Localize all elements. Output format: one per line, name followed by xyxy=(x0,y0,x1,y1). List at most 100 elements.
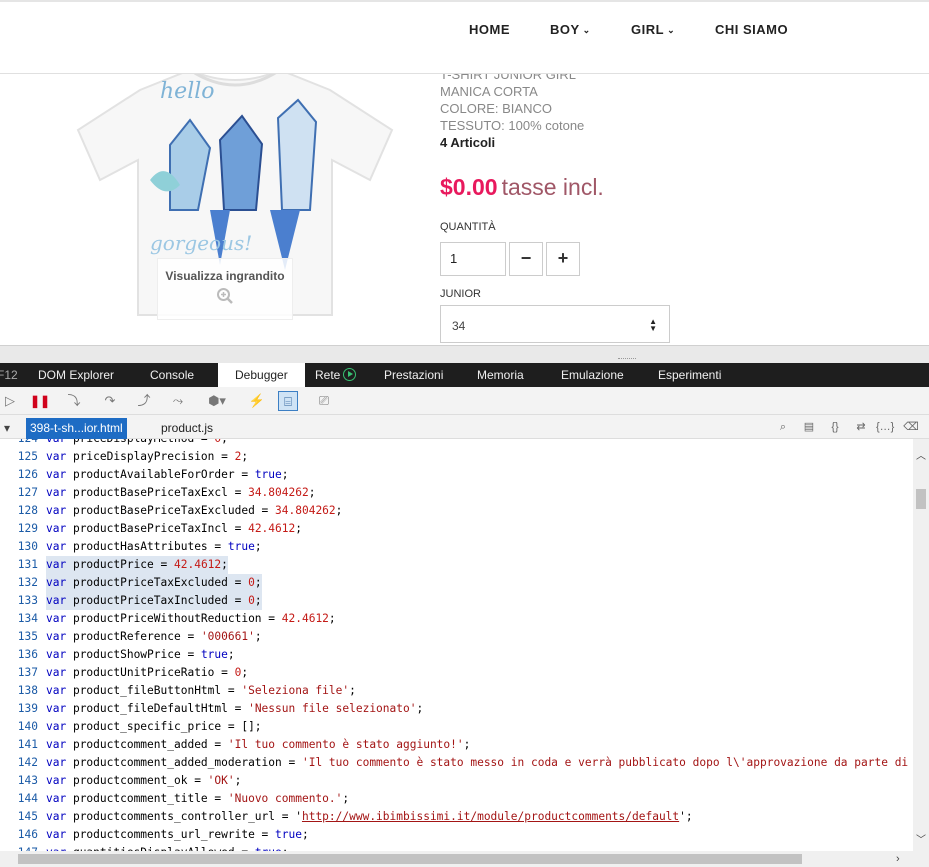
horizontal-scrollbar[interactable]: › xyxy=(0,851,913,867)
step-out-icon[interactable]: ⤴ xyxy=(134,391,154,411)
line-number[interactable]: 138 xyxy=(8,682,38,700)
desc-line: TESSUTO: 100% cotone xyxy=(440,118,585,133)
line-number[interactable]: 127 xyxy=(8,484,38,502)
nav-boy[interactable]: BOY ⌄ xyxy=(550,22,591,37)
code-token: var xyxy=(46,810,67,823)
line-number[interactable]: 134 xyxy=(8,610,38,628)
line-number[interactable]: 124 xyxy=(8,439,38,448)
brackets-icon[interactable]: {…} xyxy=(876,418,894,436)
chevron-down-icon: ⌄ xyxy=(667,25,676,35)
code-token: 'OK' xyxy=(207,774,235,787)
tab-f12[interactable]: F12 xyxy=(0,363,18,387)
clear-icon[interactable]: ⌫ xyxy=(902,418,920,436)
quantity-minus-button[interactable]: − xyxy=(509,242,543,276)
code-token: ; xyxy=(254,576,262,589)
line-number[interactable]: 140 xyxy=(8,718,38,736)
tab-console[interactable]: Console xyxy=(150,363,194,387)
quantity-input[interactable]: 1 xyxy=(440,242,506,276)
tab-emulazione[interactable]: Emulazione xyxy=(561,363,624,387)
find-icon[interactable]: ⌕ xyxy=(774,418,792,436)
desc-line: COLORE: BIANCO xyxy=(440,101,552,116)
file-tab-product-js[interactable]: product.js xyxy=(157,418,217,439)
step-into-icon[interactable]: ⤵ xyxy=(64,391,84,411)
code-text: var productcomment_title = 'Nuovo commen… xyxy=(46,790,349,808)
nav-chi-siamo[interactable]: CHI SIAMO xyxy=(715,22,788,37)
break-on-new-worker-icon[interactable]: ⤳ xyxy=(168,391,188,411)
code-token: var xyxy=(46,612,67,625)
save-icon[interactable]: ▤ xyxy=(800,418,818,436)
devtools-splitter[interactable] xyxy=(0,345,929,363)
tab-esperimenti[interactable]: Esperimenti xyxy=(658,363,721,387)
just-my-code-icon[interactable]: ⌸ xyxy=(278,391,298,411)
file-list-dropdown-icon[interactable]: ▾ xyxy=(0,418,14,439)
code-token: 42.4612 xyxy=(281,612,329,625)
quantity-label: QUANTITÀ xyxy=(440,221,496,233)
tab-dom-explorer[interactable]: DOM Explorer xyxy=(38,363,114,387)
tab-memoria[interactable]: Memoria xyxy=(477,363,524,387)
line-number[interactable]: 139 xyxy=(8,700,38,718)
pretty-print-icon[interactable]: ⎚ xyxy=(314,391,334,411)
tab-rete[interactable]: Rete xyxy=(315,363,357,387)
disconnect-icon[interactable]: ⚡ xyxy=(247,391,267,411)
code-token: true xyxy=(254,468,282,481)
line-number[interactable]: 136 xyxy=(8,646,38,664)
file-tabs: ▾ 398-t-sh...ior.html product.js ⌕ ▤ {} … xyxy=(0,415,929,439)
line-number[interactable]: 143 xyxy=(8,772,38,790)
zoom-overlay[interactable]: Visualizza ingrandito xyxy=(157,258,293,320)
hscroll-thumb[interactable] xyxy=(18,854,802,864)
line-number[interactable]: 137 xyxy=(8,664,38,682)
code-text: var product_fileDefaultHtml = 'Nessun fi… xyxy=(46,700,423,718)
code-token: var xyxy=(46,756,67,769)
line-number[interactable]: 133 xyxy=(8,592,38,610)
tab-prestazioni[interactable]: Prestazioni xyxy=(384,363,443,387)
code-token: productcomment_added = xyxy=(66,738,228,751)
pretty-format-icon[interactable]: {} xyxy=(826,418,844,436)
code-token: 42.4612 xyxy=(174,558,222,571)
line-number[interactable]: 129 xyxy=(8,520,38,538)
line-number[interactable]: 126 xyxy=(8,466,38,484)
word-wrap-icon[interactable]: ⇄ xyxy=(852,418,870,436)
code-token: var xyxy=(46,540,67,553)
line-number[interactable]: 135 xyxy=(8,628,38,646)
nav-girl[interactable]: GIRL ⌄ xyxy=(631,22,675,37)
file-tab-html[interactable]: 398-t-sh...ior.html xyxy=(26,418,127,439)
scroll-right-icon[interactable]: › xyxy=(896,851,900,867)
code-token: productBasePriceTaxIncl = xyxy=(66,522,249,535)
code-token: 'Il tuo commento è stato aggiunto!' xyxy=(227,738,464,751)
select-arrows-icon: ▲ ▼ xyxy=(649,317,657,333)
line-number[interactable]: 125 xyxy=(8,448,38,466)
code-token: product_fileDefaultHtml = xyxy=(66,702,249,715)
exception-icon[interactable]: ⬢▾ xyxy=(204,391,230,411)
line-number[interactable]: 128 xyxy=(8,502,38,520)
code-text: var productShowPrice = true; xyxy=(46,646,235,664)
line-number[interactable]: 146 xyxy=(8,826,38,844)
line-number[interactable]: 145 xyxy=(8,808,38,826)
size-value: 34 xyxy=(452,319,466,333)
step-over-icon[interactable]: ↷ xyxy=(100,391,120,411)
line-number[interactable]: 141 xyxy=(8,736,38,754)
code-token: var xyxy=(46,738,67,751)
code-token: var xyxy=(46,468,67,481)
code-token: productReference = xyxy=(66,630,201,643)
tab-debugger[interactable]: Debugger xyxy=(218,363,305,387)
scroll-up-icon[interactable]: ︿ xyxy=(913,447,929,462)
nav-home[interactable]: HOME xyxy=(469,22,510,37)
continue-icon[interactable]: ▷ xyxy=(0,391,20,411)
size-select[interactable]: 34 ▲ ▼ xyxy=(440,305,670,343)
vertical-scrollbar[interactable]: ︿ ﹀ xyxy=(913,439,929,867)
line-number[interactable]: 144 xyxy=(8,790,38,808)
quantity-plus-button[interactable]: + xyxy=(546,242,580,276)
break-icon[interactable]: ❚❚ xyxy=(30,391,50,411)
line-number[interactable]: 131 xyxy=(8,556,38,574)
code-token: ; xyxy=(241,450,249,463)
line-number[interactable]: 132 xyxy=(8,574,38,592)
code-text: var productcomments_url_rewrite = true; xyxy=(46,826,309,844)
code-token: 0 xyxy=(248,576,255,589)
scroll-down-icon[interactable]: ﹀ xyxy=(913,831,929,846)
line-number[interactable]: 130 xyxy=(8,538,38,556)
code-token: ; xyxy=(416,702,424,715)
code-editor[interactable]: 124 var priceDisplayMethod = 0; 125 var pri… xyxy=(0,439,913,867)
line-number[interactable]: 142 xyxy=(8,754,38,772)
code-token: productcomment_title = xyxy=(66,792,228,805)
scroll-thumb[interactable] xyxy=(916,489,926,509)
